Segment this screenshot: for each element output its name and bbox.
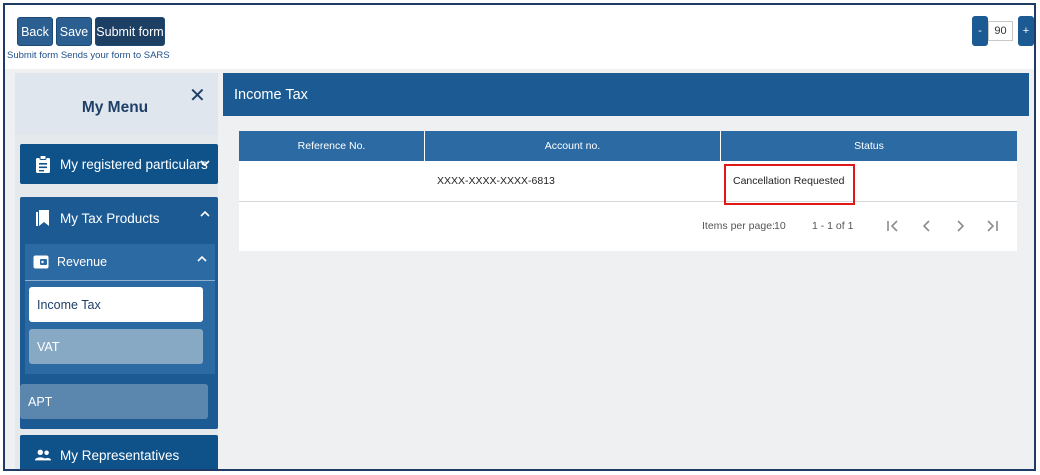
save-button[interactable]: Save xyxy=(56,17,92,46)
paginator: Items per page: 10 1 - 1 of 1 xyxy=(239,209,1017,245)
wallet-icon xyxy=(33,254,49,270)
row-divider xyxy=(239,201,1017,202)
chevron-down-icon xyxy=(200,158,210,170)
sidebar-item-label: My Tax Products xyxy=(60,210,160,226)
next-page-icon[interactable] xyxy=(949,215,971,237)
cell-account: XXXX-XXXX-XXXX-6813 xyxy=(437,175,555,187)
back-button[interactable]: Back xyxy=(17,17,53,46)
main-panel: Income Tax Reference No. Account no. Sta… xyxy=(223,73,1029,469)
page-title: Income Tax xyxy=(223,73,1029,116)
submit-hint-text: Submit form Sends your form to SARS xyxy=(7,50,170,61)
sidebar-item-label: My registered particulars xyxy=(60,156,208,172)
sidebar-item-representatives[interactable]: My Representatives xyxy=(20,435,218,469)
column-header-account[interactable]: Account no. xyxy=(425,131,721,161)
items-per-page-label: Items per page: xyxy=(702,220,775,232)
previous-page-icon[interactable] xyxy=(916,215,938,237)
close-icon[interactable]: ✕ xyxy=(189,83,206,108)
status-highlight-box xyxy=(724,164,855,205)
sidebar-item-registered-particulars[interactable]: My registered particulars xyxy=(20,144,218,184)
zoom-out-button[interactable]: - xyxy=(972,16,988,46)
column-header-status[interactable]: Status xyxy=(721,131,1017,161)
sidebar-item-label: Revenue xyxy=(57,255,108,269)
people-icon xyxy=(34,446,52,464)
page-range-label: 1 - 1 of 1 xyxy=(812,220,854,232)
sidebar-item-income-tax[interactable]: Income Tax xyxy=(29,287,203,322)
sidebar-item-revenue[interactable]: Revenue xyxy=(25,244,215,281)
table-header: Reference No. Account no. Status xyxy=(239,131,1017,161)
clipboard-icon xyxy=(34,155,52,173)
accounts-table: Reference No. Account no. Status XXXX-XX… xyxy=(239,131,1017,251)
items-per-page-select[interactable]: 10 xyxy=(774,220,786,232)
sidebar-item-label: My Representatives xyxy=(60,447,180,463)
tax-products-panel: My Tax Products Revenue Income Tax VAT A… xyxy=(20,197,218,429)
sidebar: My Menu ✕ My registered particulars My T… xyxy=(15,73,218,469)
bookmark-icon xyxy=(34,209,52,227)
first-page-icon[interactable] xyxy=(882,215,904,237)
revenue-panel: Revenue Income Tax VAT xyxy=(25,244,215,374)
cell-reference xyxy=(239,161,425,201)
content-area: My Menu ✕ My registered particulars My T… xyxy=(5,69,1034,469)
chevron-up-icon xyxy=(200,209,210,221)
submit-form-button[interactable]: Submit form xyxy=(95,17,165,46)
column-header-reference[interactable]: Reference No. xyxy=(239,131,425,161)
zoom-value[interactable]: 90 xyxy=(988,21,1013,41)
menu-title: My Menu xyxy=(81,99,149,116)
top-toolbar: Back Save Submit form Submit form Sends … xyxy=(5,5,1034,69)
menu-header: My Menu ✕ xyxy=(15,73,218,135)
zoom-in-button[interactable]: + xyxy=(1018,16,1034,46)
sidebar-item-vat[interactable]: VAT xyxy=(29,329,203,364)
chevron-up-icon xyxy=(197,254,207,266)
sidebar-item-apt[interactable]: APT xyxy=(20,384,208,419)
last-page-icon[interactable] xyxy=(981,215,1003,237)
app-window: Back Save Submit form Submit form Sends … xyxy=(3,3,1036,471)
sidebar-item-tax-products[interactable]: My Tax Products xyxy=(20,197,218,239)
